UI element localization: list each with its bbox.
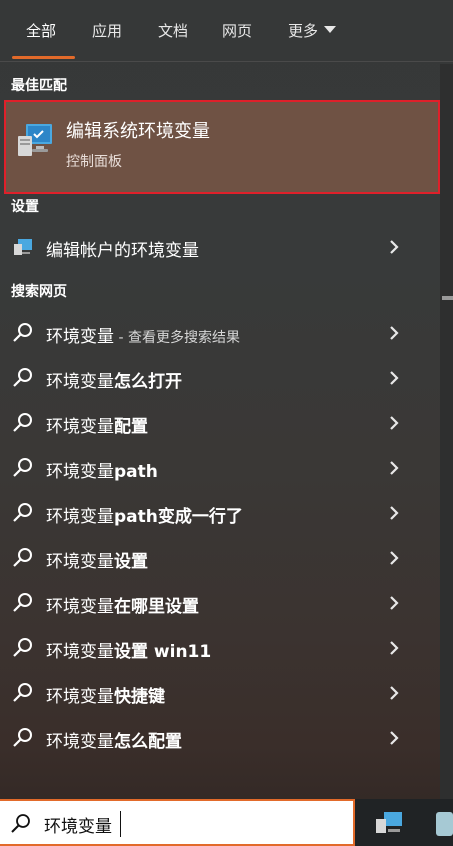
web-result-prefix: 环境变量 [46,687,114,707]
web-result-text: 环境变量快捷键 [46,682,165,707]
web-result-suggestion: 在哪里设置 [114,597,199,617]
text-cursor [120,811,121,837]
tab-apps[interactable]: 应用 [92,20,122,41]
search-icon [13,638,32,657]
web-result-suggestion: 快捷键 [114,687,165,707]
web-result-query: 环境变量 [46,327,114,347]
search-icon [13,368,32,387]
chevron-right-icon [390,596,399,610]
web-result-suggestion: 设置 [114,552,148,572]
search-icon [11,814,30,833]
web-result-suggestion: path变成一行了 [114,507,243,527]
web-result-text: 环境变量设置 win11 [46,637,211,662]
settings-item-edit-account-env[interactable]: 编辑帐户的环境变量 [0,227,420,267]
tab-web[interactable]: 网页 [222,20,252,41]
search-icon [13,728,32,747]
scrollbar-track[interactable] [440,64,453,799]
web-result-prefix: 环境变量 [46,507,114,527]
settings-heading: 设置 [11,199,39,215]
web-result-row[interactable]: 环境变量 - 查看更多搜索结果 [0,313,420,353]
search-icon [13,548,32,567]
web-result-prefix: 环境变量 [46,462,114,482]
web-result-suggestion: path [114,462,158,482]
chevron-right-icon [390,461,399,475]
search-icon [13,503,32,522]
web-result-suggestion: 设置 win11 [114,642,212,662]
web-result-row[interactable]: 环境变量怎么配置 [0,718,420,758]
web-result-row[interactable]: 环境变量在哪里设置 [0,583,420,623]
monitor-icon[interactable] [374,810,404,838]
caret-down-icon [324,26,337,33]
best-match-result[interactable]: 编辑系统环境变量 控制面板 [4,100,440,194]
web-result-prefix: 环境变量 [46,642,114,662]
web-result-suggestion: 怎么打开 [114,372,182,392]
best-match-heading: 最佳匹配 [11,78,67,94]
web-result-prefix: 环境变量 [46,372,114,392]
search-icon [13,593,32,612]
web-result-more: - 查看更多搜索结果 [114,330,240,346]
web-result-text: 环境变量配置 [46,412,148,437]
chevron-right-icon [390,371,399,385]
chevron-right-icon [390,240,399,254]
web-result-text: 环境变量怎么配置 [46,727,182,752]
web-result-prefix: 环境变量 [46,417,114,437]
tab-more[interactable]: 更多 [288,20,337,41]
search-box[interactable] [0,799,355,846]
search-input[interactable] [44,810,324,838]
best-match-subtitle: 控制面板 [66,154,122,170]
web-result-row[interactable]: 环境变量path变成一行了 [0,493,420,533]
scrollbar-thumb[interactable] [442,296,453,300]
best-match-title: 编辑系统环境变量 [66,121,210,142]
search-filter-tabs: 全部 应用 文档 网页 更多 [0,0,453,62]
web-result-text: 环境变量怎么打开 [46,367,182,392]
chevron-right-icon [390,551,399,565]
tab-all[interactable]: 全部 [26,20,56,41]
monitor-icon [18,124,52,156]
web-result-prefix: 环境变量 [46,552,114,572]
chevron-right-icon [390,416,399,430]
web-result-row[interactable]: 环境变量设置 win11 [0,628,420,668]
search-icon [13,323,32,342]
chevron-right-icon [390,641,399,655]
search-icon [13,413,32,432]
search-icon [13,458,32,477]
web-search-heading: 搜索网页 [11,284,67,300]
web-result-suggestion: 配置 [114,417,148,437]
monitor-icon [14,239,32,255]
web-result-row[interactable]: 环境变量配置 [0,403,420,443]
settings-item-label: 编辑帐户的环境变量 [46,241,199,261]
web-result-row[interactable]: 环境变量快捷键 [0,673,420,713]
web-result-row[interactable]: 环境变量设置 [0,538,420,578]
chevron-right-icon [390,326,399,340]
web-result-prefix: 环境变量 [46,732,114,752]
search-icon [13,683,32,702]
web-result-row[interactable]: 环境变量怎么打开 [0,358,420,398]
web-result-row[interactable]: 环境变量path [0,448,420,488]
chevron-right-icon [390,686,399,700]
active-tab-indicator [12,56,75,59]
chevron-right-icon [390,731,399,745]
web-result-text: 环境变量path [46,457,158,482]
chevron-right-icon [390,506,399,520]
web-result-text: 环境变量 - 查看更多搜索结果 [46,322,240,347]
web-result-suggestion: 怎么配置 [114,732,182,752]
tab-more-label: 更多 [288,22,319,40]
web-result-text: 环境变量在哪里设置 [46,592,199,617]
web-result-text: 环境变量path变成一行了 [46,502,243,527]
tab-documents[interactable]: 文档 [158,20,188,41]
web-result-text: 环境变量设置 [46,547,148,572]
taskbar-app-icon[interactable] [436,812,453,836]
web-result-prefix: 环境变量 [46,597,114,617]
